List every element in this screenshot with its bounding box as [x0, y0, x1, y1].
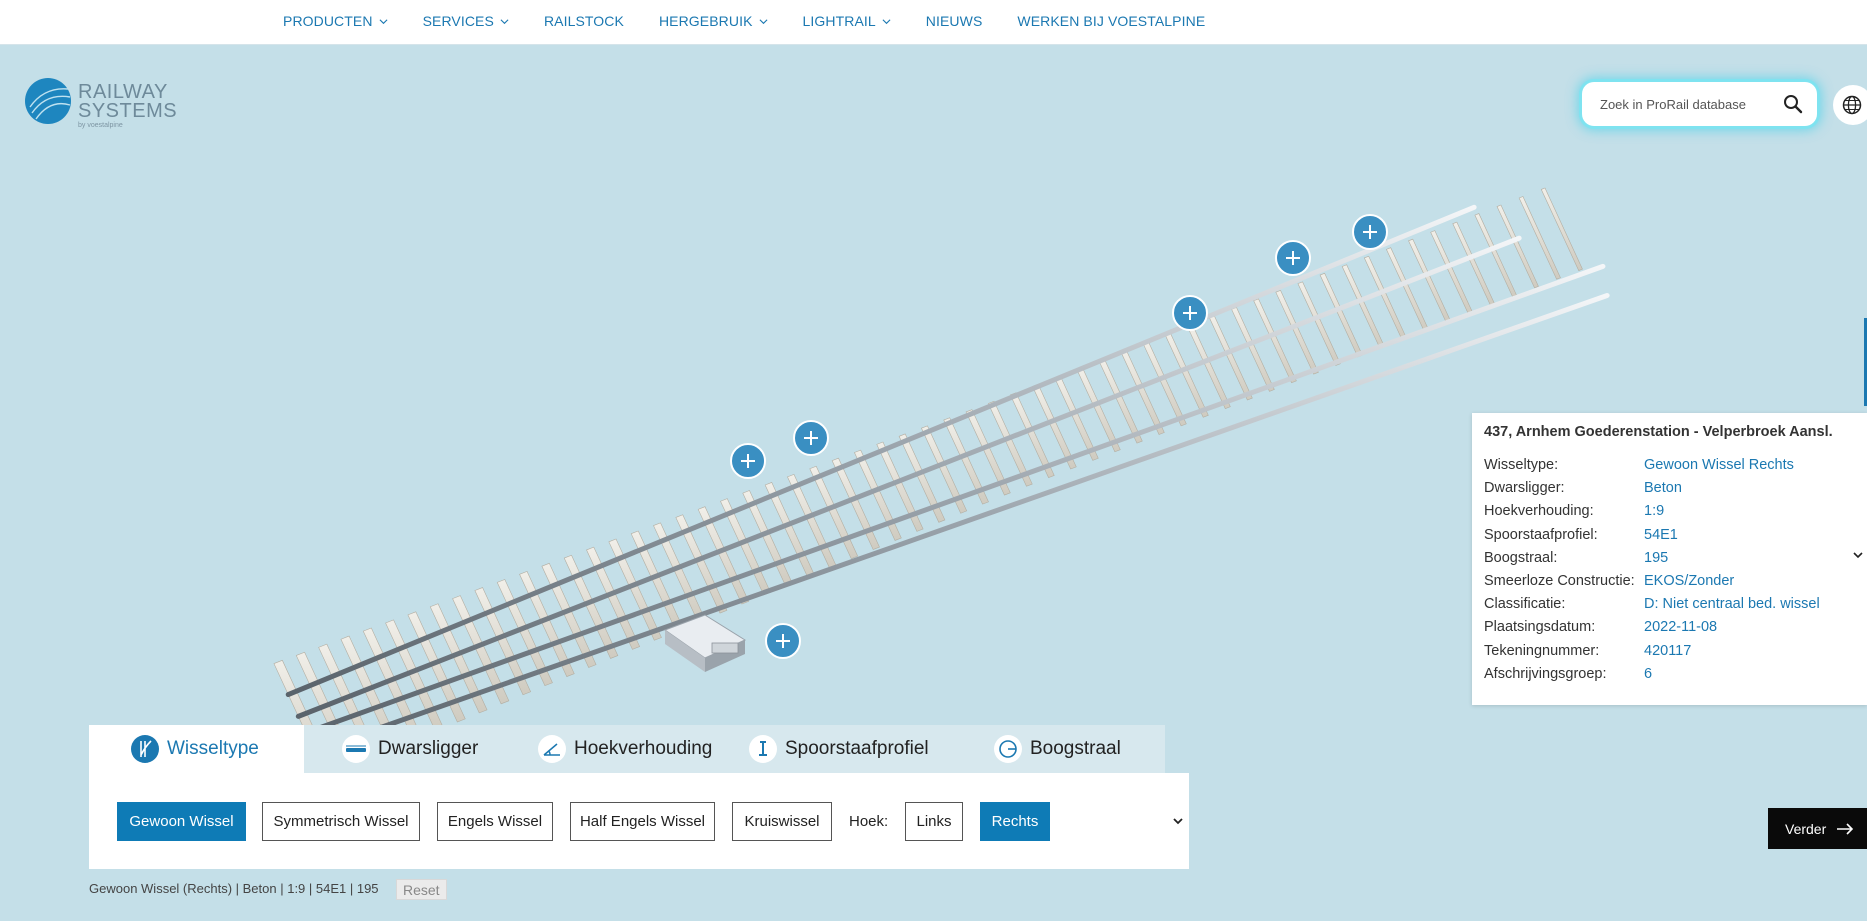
selection-summary: Gewoon Wissel (Rechts) | Beton | 1:9 | 5… [89, 881, 379, 896]
option-gewoon-wissel[interactable]: Gewoon Wissel [117, 802, 246, 841]
hotspot-plus-icon[interactable] [1352, 214, 1388, 250]
rail [285, 204, 1477, 698]
nav-item-hergebruik[interactable]: HERGEBRUIK [659, 13, 768, 29]
hotspot-plus-icon[interactable] [1172, 295, 1208, 331]
sleeper [429, 603, 488, 714]
switch-type-icon [131, 735, 159, 763]
angle-icon [538, 735, 566, 763]
verder-button[interactable]: Verder [1768, 808, 1867, 849]
info-row-dwarsligger: Dwarsligger: Beton [1484, 480, 1682, 497]
radius-icon [994, 735, 1022, 763]
search-box [1582, 82, 1817, 126]
top-navigation: PRODUCTEN SERVICES RAILSTOCK HERGEBRUIK … [0, 0, 1867, 45]
nav-item-nieuws[interactable]: NIEUWS [926, 13, 983, 29]
reset-button[interactable]: Reset [396, 879, 447, 900]
option-symmetrisch-wissel[interactable]: Symmetrisch Wissel [262, 802, 420, 841]
chevron-down-icon[interactable] [1172, 815, 1184, 827]
option-hoek-links[interactable]: Links [905, 802, 963, 841]
tab-wisseltype[interactable]: Wisseltype [89, 725, 304, 773]
tab-dwarsligger[interactable]: Dwarsligger [342, 725, 478, 773]
hoek-label: Hoek: [849, 813, 889, 830]
tab-hoekverhouding[interactable]: Hoekverhouding [538, 725, 712, 773]
info-rows: Wisseltype: Gewoon Wissel Rechts Dwarslig… [1484, 457, 1820, 689]
tab-boogstraal[interactable]: Boogstraal [994, 725, 1121, 773]
hotspot-plus-icon[interactable] [730, 443, 766, 479]
info-row-smeerloze-constructie: Smeerloze Constructie: EKOS/Zonder [1484, 572, 1735, 589]
logo-mark-icon [25, 78, 71, 124]
chevron-down-icon [882, 18, 891, 24]
configurator-tabs: Wisseltype Dwarsligger Hoekverhouding Sp… [89, 725, 1165, 773]
hotspot-plus-icon[interactable] [1275, 240, 1311, 276]
info-row-afschrijvingsgroep: Afschrijvingsgroep: 6 [1484, 665, 1653, 682]
rail-profile-icon [749, 735, 777, 763]
option-hoek-rechts[interactable]: Rechts [980, 802, 1050, 841]
info-row-plaatsingsdatum: Plaatsingsdatum: 2022-11-08 [1484, 619, 1718, 636]
info-row-classificatie: Classificatie: D: Niet centraal bed. wiss… [1484, 596, 1820, 613]
info-row-boogstraal: Boogstraal: 195 [1484, 549, 1669, 566]
railway-systems-logo[interactable]: RAILWAY SYSTEMS by voestalpine [24, 77, 177, 132]
option-half-engels-wissel[interactable]: Half Engels Wissel [570, 802, 715, 841]
info-row-hoekverhouding: Hoekverhouding: 1:9 [1484, 503, 1665, 520]
nav-item-lightrail[interactable]: LIGHTRAIL [803, 13, 891, 29]
options-panel: Gewoon Wissel Symmetrisch Wissel Engels … [89, 773, 1189, 869]
hotspot-plus-icon[interactable] [793, 420, 829, 456]
globe-icon [1842, 95, 1862, 115]
logo-text-systems: SYSTEMS [78, 100, 178, 122]
search-input[interactable] [1600, 94, 1780, 114]
language-button[interactable] [1833, 85, 1867, 125]
chevron-down-icon [759, 18, 767, 24]
hotspot-plus-icon[interactable] [765, 623, 801, 659]
sleeper-icon [342, 735, 370, 763]
rail [303, 263, 1606, 736]
switch-info-panel: 437, Arnhem Goederenstation - Velperbroe… [1472, 413, 1867, 705]
chevron-down-icon [500, 18, 509, 24]
nav-item-producten[interactable]: PRODUCTEN [283, 13, 388, 29]
info-row-spoorstaafprofiel: Spoorstaafprofiel: 54E1 [1484, 526, 1678, 543]
logo-text-byline: by voestalpine [78, 122, 123, 129]
option-engels-wissel[interactable]: Engels Wissel [437, 802, 553, 841]
nav-item-werken-bij-voestalpine[interactable]: WERKEN BIJ VOESTALPINE [1017, 13, 1205, 29]
logo-text-railway: RAILWAY [78, 81, 168, 103]
chevron-down-icon [379, 18, 388, 24]
tab-spoorstaafprofiel[interactable]: Spoorstaafprofiel [749, 725, 929, 773]
info-row-tekeningnummer: Tekeningnummer: 420117 [1484, 642, 1692, 659]
info-title: 437, Arnhem Goederenstation - Velperbroe… [1484, 424, 1833, 440]
option-kruiswissel[interactable]: Kruiswissel [732, 802, 832, 841]
arrow-right-icon [1837, 822, 1854, 835]
chevron-down-icon[interactable] [1853, 550, 1863, 560]
search-icon[interactable] [1783, 94, 1803, 114]
nav-item-railstock[interactable]: RAILSTOCK [544, 13, 624, 29]
nav-item-services[interactable]: SERVICES [423, 13, 509, 29]
info-row-wisseltype: Wisseltype: Gewoon Wissel Rechts [1484, 457, 1794, 473]
rail [295, 235, 1522, 719]
